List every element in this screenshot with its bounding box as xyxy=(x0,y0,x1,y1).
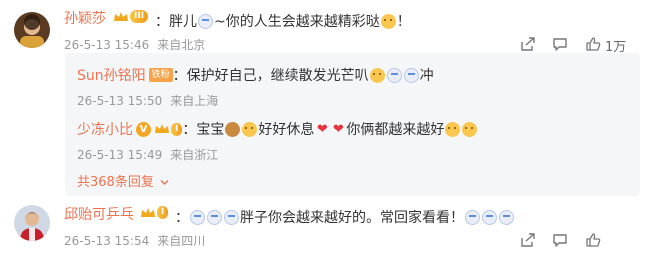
emoji-icon xyxy=(465,209,480,225)
heart-icon: ❤ xyxy=(332,121,344,137)
level-label: I xyxy=(157,206,169,219)
level-label: I xyxy=(171,122,183,136)
comment-text-prefix: ：胖儿 xyxy=(155,14,197,30)
comment-text-middle: 胖子你会越来越好的。常回家看看！ xyxy=(240,210,464,226)
emoji-icon xyxy=(403,67,419,83)
comment-text-prefix: ： xyxy=(175,210,189,226)
emoji-icon xyxy=(445,121,461,137)
reply-text-suffix: 冲 xyxy=(419,68,434,84)
emoji-icon xyxy=(225,121,241,137)
emoji-icon xyxy=(224,209,239,225)
heart-icon: ❤ xyxy=(316,121,328,137)
comment-author-name[interactable]: 孙颖莎 xyxy=(64,8,106,28)
avatar[interactable] xyxy=(14,12,50,48)
comment-meta: 26-5-13 15:46 来自北京 xyxy=(64,36,213,53)
like-icon[interactable] xyxy=(585,36,601,52)
reply-meta: 26-5-13 15:49 来自浙江 xyxy=(77,146,226,163)
crown-icon xyxy=(141,207,155,217)
emoji-icon xyxy=(242,121,258,137)
reply-location: 来自浙江 xyxy=(170,148,219,162)
crown-icon xyxy=(155,124,169,133)
comment-icon[interactable] xyxy=(552,232,568,248)
comment-text-middle: ~你的人生会越来越精彩哒 xyxy=(214,14,380,30)
like-icon[interactable] xyxy=(585,232,601,248)
emoji-icon xyxy=(190,209,205,225)
reply-text-prefix: ：宝宝 xyxy=(182,122,225,138)
chevron-down-icon xyxy=(160,180,169,185)
reply-meta: 26-5-13 15:50 来自上海 xyxy=(77,92,226,109)
comment-time: 26-5-13 15:46 xyxy=(64,38,150,52)
reply-text-middle: 好好休息 xyxy=(258,122,315,138)
crown-icon xyxy=(114,11,128,21)
reply-author-name[interactable]: 少冻小比 xyxy=(77,119,133,139)
comment-text-suffix: ！ xyxy=(396,14,411,30)
share-icon[interactable] xyxy=(520,36,536,52)
reply-row: 少冻小比 V I ：宝宝 好好休息 ❤ ❤ 你俩都越来越好 xyxy=(77,119,478,139)
reply-author-name[interactable]: Sun孙铭阳 xyxy=(77,65,146,85)
reply-text-end: 你俩都越来越好 xyxy=(346,122,445,138)
comment-meta: 26-5-13 15:54 来自四川 xyxy=(64,232,213,249)
reply-time: 26-5-13 15:49 xyxy=(77,148,163,162)
emoji-icon xyxy=(380,13,396,29)
comment-text: ：胖儿 ~你的人生会越来越精彩哒 ！ xyxy=(155,11,411,31)
comment-author-name[interactable]: 邱贻可乒乓 xyxy=(64,204,134,224)
member-level-badge: III xyxy=(113,10,149,23)
reply-time: 26-5-13 15:50 xyxy=(77,94,163,108)
emoji-icon xyxy=(499,209,514,225)
fan-badge: 铁粉 xyxy=(148,68,173,82)
reply-location: 来自上海 xyxy=(170,94,219,108)
reply-row: Sun孙铭阳 铁粉 ：保护好自己，继续散发光芒叭 冲 xyxy=(77,65,434,85)
level-label: III xyxy=(130,10,149,23)
emoji-icon xyxy=(198,13,213,29)
emoji-icon xyxy=(369,67,385,83)
comment-location: 来自北京 xyxy=(157,38,206,52)
emoji-icon xyxy=(462,121,478,137)
comment-time: 26-5-13 15:54 xyxy=(64,234,150,248)
verified-icon: V xyxy=(136,121,151,137)
emoji-icon xyxy=(482,209,497,225)
comment-location: 来自四川 xyxy=(157,234,206,248)
member-level-badge: I xyxy=(154,122,183,136)
emoji-icon xyxy=(386,67,402,83)
member-level-badge: I xyxy=(140,206,169,219)
avatar[interactable] xyxy=(14,205,50,241)
more-replies-link[interactable]: 共368条回复 xyxy=(77,171,169,190)
reply-text: ：保护好自己，继续散发光芒叭 xyxy=(172,68,369,84)
more-replies-label: 共368条回复 xyxy=(77,175,154,190)
comment-text: ： 胖子你会越来越好的。常回家看看！ xyxy=(175,207,515,227)
emoji-icon xyxy=(207,209,222,225)
comment-icon[interactable] xyxy=(552,36,568,52)
share-icon[interactable] xyxy=(520,232,536,248)
